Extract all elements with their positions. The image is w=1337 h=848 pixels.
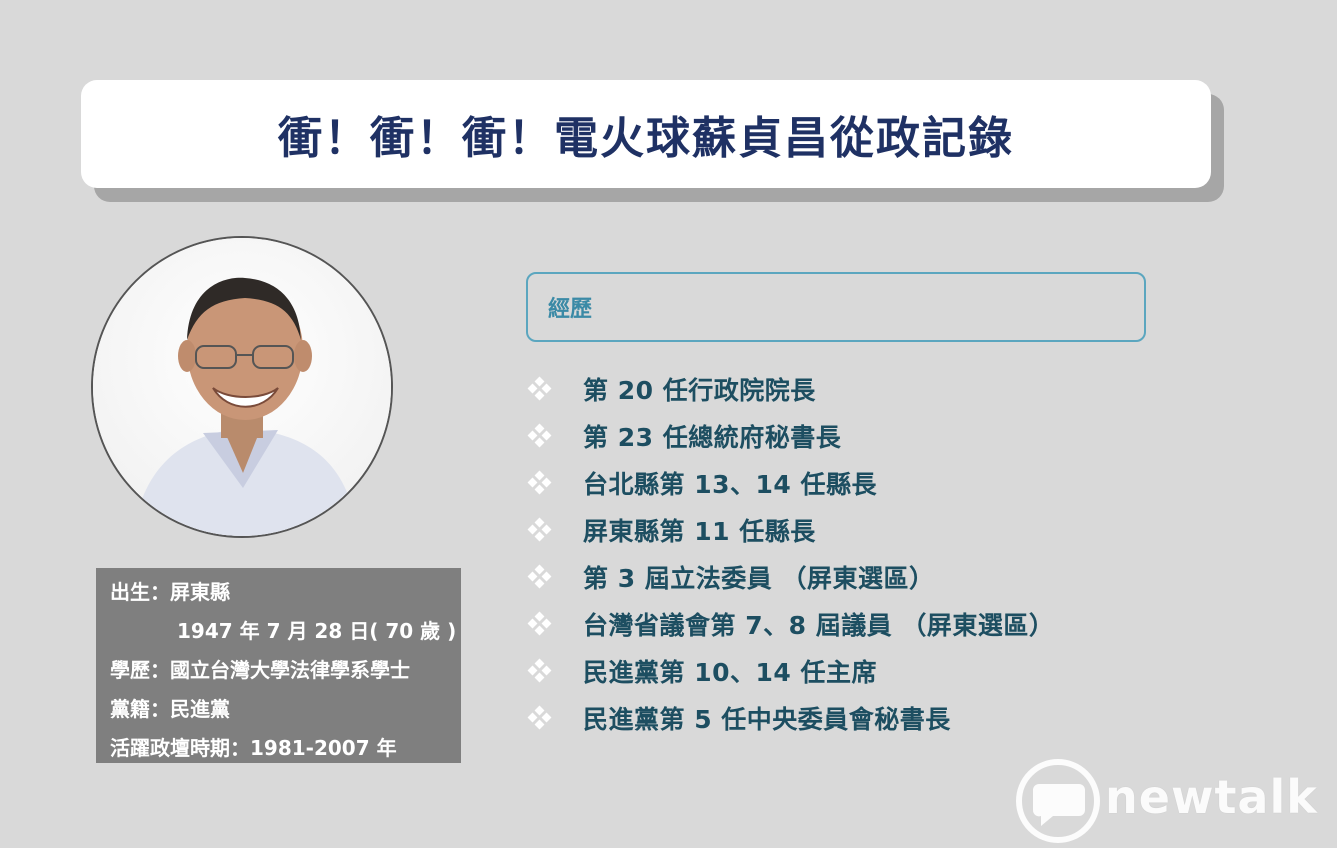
profile-info-box: 出生：屏東縣 1947 年 7 月 28 日( 70 歲 ) 學歷：國立台灣大學… bbox=[96, 568, 461, 763]
experience-heading-box: 經歷 bbox=[526, 272, 1146, 342]
page-title: 衝！衝！衝！電火球蘇貞昌從政記錄 bbox=[278, 113, 1014, 164]
birthplace-text: 出生：屏東縣 bbox=[110, 580, 230, 604]
experience-item-text: 屏東縣第 11 任縣長 bbox=[583, 517, 816, 546]
party-text: 黨籍：民進黨 bbox=[110, 697, 230, 721]
diamond-bullet-icon bbox=[527, 376, 552, 401]
experience-item: 屏東縣第 11 任縣長 bbox=[527, 515, 815, 546]
experience-item: 民進黨第 5 任中央委員會秘書長 bbox=[527, 703, 950, 734]
experience-item-text: 民進黨第 5 任中央委員會秘書長 bbox=[583, 705, 951, 734]
experience-item-text: 民進黨第 10、14 任主席 bbox=[583, 658, 877, 687]
experience-item: 民進黨第 10、14 任主席 bbox=[527, 656, 877, 687]
experience-item-text: 台灣省議會第 7、8 屆議員 （屏東選區） bbox=[583, 611, 1055, 640]
experience-item: 第 3 屆立法委員 （屏東選區） bbox=[527, 562, 934, 593]
diamond-bullet-icon bbox=[527, 564, 552, 589]
diamond-bullet-icon bbox=[527, 658, 552, 683]
diamond-bullet-icon bbox=[527, 517, 552, 542]
diamond-bullet-icon bbox=[527, 705, 552, 730]
diamond-bullet-icon bbox=[527, 423, 552, 448]
experience-heading: 經歷 bbox=[548, 297, 593, 322]
experience-item-text: 台北縣第 13、14 任縣長 bbox=[583, 470, 877, 499]
portrait-illustration bbox=[93, 238, 391, 536]
diamond-bullet-icon bbox=[527, 611, 552, 636]
experience-item: 台北縣第 13、14 任縣長 bbox=[527, 468, 877, 499]
diamond-bullet-icon bbox=[527, 470, 552, 495]
experience-item: 第 23 任總統府秘書長 bbox=[527, 421, 841, 452]
portrait-photo bbox=[91, 236, 393, 538]
experience-item: 台灣省議會第 7、8 屆議員 （屏東選區） bbox=[527, 609, 1054, 640]
experience-item: 第 20 任行政院院長 bbox=[527, 374, 815, 405]
title-banner: 衝！衝！衝！電火球蘇貞昌從政記錄 bbox=[81, 80, 1211, 188]
experience-item-text: 第 20 任行政院院長 bbox=[583, 376, 816, 405]
experience-item-text: 第 3 屆立法委員 （屏東選區） bbox=[583, 564, 935, 593]
speech-bubble-icon bbox=[1016, 759, 1100, 843]
education-text: 學歷：國立台灣大學法律學系學士 bbox=[110, 658, 410, 682]
newtalk-logo: newtalk bbox=[1015, 756, 1335, 846]
active-period-text: 活躍政壇時期：1981-2007 年 bbox=[110, 736, 397, 760]
experience-item-text: 第 23 任總統府秘書長 bbox=[583, 423, 842, 452]
birthdate-text: 1947 年 7 月 28 日( 70 歲 ) bbox=[177, 619, 457, 643]
logo-wordmark: newtalk bbox=[1105, 770, 1318, 824]
